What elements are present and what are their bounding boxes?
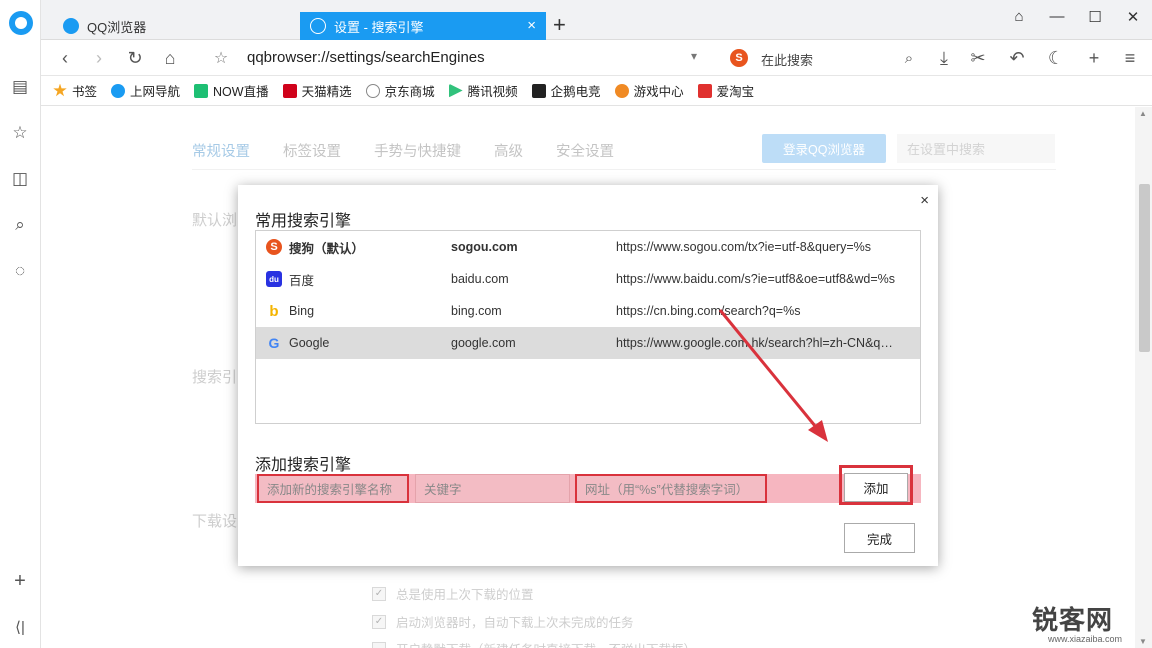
tab-qq-browser[interactable]: QQ浏览器 [53, 12, 299, 40]
bing-icon: b [269, 302, 279, 320]
tencent-video-icon [448, 83, 463, 98]
bookmark-item[interactable]: 爱淘宝 [697, 81, 754, 100]
toolbar: ‹ › ↻ ⌂ ☆ qqbrowser://settings/searchEng… [41, 40, 1152, 76]
minimize-icon[interactable]: — [1038, 8, 1076, 26]
done-button[interactable]: 完成 [844, 523, 915, 553]
engine-row[interactable]: b Bing bing.com https://cn.bing.com/sear… [256, 295, 920, 327]
close-window-icon[interactable]: ✕ [1114, 8, 1152, 26]
sogou-icon: S [266, 239, 282, 255]
watermark: 锐客网 www.xiazaiba.com [1016, 590, 1152, 648]
engine-name: 搜狗（默认） [289, 241, 365, 256]
watermark-text: 锐客网 [1032, 605, 1114, 635]
tab-title: QQ浏览器 [87, 19, 147, 35]
engine-url: https://www.sogou.com/tx?ie=utf-8&query=… [616, 240, 871, 254]
reader-icon[interactable]: ▤ [8, 75, 32, 99]
engine-name: 百度 [289, 273, 315, 288]
engine-name-input[interactable]: 添加新的搜索引擎名称 [257, 474, 409, 503]
new-tab-icon[interactable]: + [553, 12, 566, 38]
dialog-title: 常用搜索引擎 [255, 213, 352, 230]
qq-browser-logo-icon[interactable] [9, 11, 33, 35]
engine-url: https://www.google.com.hk/search?hl=zh-C… [616, 336, 898, 350]
engine-name: Google [289, 336, 330, 350]
star-icon[interactable]: ☆ [8, 121, 32, 145]
engine-row[interactable]: S 搜狗（默认） sogou.com https://www.sogou.com… [256, 231, 920, 263]
engine-name: Bing [289, 304, 315, 318]
window-controls: ⌂ — ☐ ✕ [1000, 8, 1152, 26]
add-button[interactable]: 添加 [844, 473, 908, 502]
sogou-icon[interactable]: S [730, 49, 748, 67]
add-engine-title: 添加搜索引擎 [255, 457, 352, 474]
refresh-icon[interactable]: ↻ [123, 46, 147, 70]
address-bar[interactable]: qqbrowser://settings/searchEngines [247, 49, 485, 66]
google-icon: G [268, 335, 280, 351]
search-icon[interactable]: ⌕ [8, 213, 32, 237]
scroll-up-icon[interactable]: ▲ [1139, 109, 1147, 118]
scroll-thumb[interactable] [1139, 184, 1150, 352]
engine-keyword: bing.com [451, 304, 502, 318]
scrollbar[interactable]: ▲ ▼ [1135, 107, 1152, 648]
maximize-icon[interactable]: ☐ [1076, 8, 1114, 26]
bookmark-item[interactable]: NOW直播 [194, 81, 269, 100]
bookmark-star-icon[interactable]: ☆ [209, 46, 233, 70]
sidebar: ▤ ☆ ◫ ⌕ ◌ + ⟨| [0, 0, 41, 648]
globe-icon [365, 83, 380, 98]
bookmarks-bar: 书签 上网导航 NOW直播 天猫精选 京东商城 腾讯视频 企鹅电竞 游戏中心 爱… [41, 76, 1152, 106]
book-icon[interactable]: ◫ [8, 167, 32, 191]
tab-strip: QQ浏览器 设置 - 搜索引擎 × + ⌂ — ☐ ✕ [41, 0, 1152, 40]
undo-icon[interactable]: ↶ [1005, 46, 1029, 70]
ai-taobao-icon [697, 83, 712, 98]
close-icon[interactable]: × [920, 192, 929, 209]
baidu-icon: du [266, 271, 282, 287]
forward-icon[interactable]: › [87, 46, 111, 70]
tab-settings-search-engines[interactable]: 设置 - 搜索引擎 × [300, 12, 546, 40]
tmall-icon [282, 83, 297, 98]
engine-url-input[interactable]: 网址（用“%s”代替搜索字词） [575, 474, 767, 503]
now-live-icon [194, 83, 209, 98]
ie-icon [111, 83, 126, 98]
bookmark-item[interactable]: 企鹅电竞 [531, 81, 601, 100]
qq-browser-tab-icon [63, 18, 79, 34]
download-icon[interactable]: ⤓ [932, 46, 956, 70]
address-dropdown-icon[interactable]: ▾ [691, 49, 697, 63]
star-icon [53, 83, 67, 97]
tab-title: 设置 - 搜索引擎 [334, 19, 424, 35]
skin-icon[interactable]: ⌂ [1000, 8, 1038, 26]
night-mode-icon[interactable]: ☾ [1044, 46, 1068, 70]
home-icon[interactable]: ⌂ [158, 46, 182, 70]
search-engines-dialog: × 常用搜索引擎 S 搜狗（默认） sogou.com https://www.… [238, 185, 938, 566]
collapse-sidebar-icon[interactable]: ⟨| [8, 615, 32, 639]
tab-close-icon[interactable]: × [527, 17, 536, 34]
engine-list: S 搜狗（默认） sogou.com https://www.sogou.com… [255, 230, 921, 424]
bookmark-item[interactable]: 书签 [53, 81, 97, 100]
menu-icon[interactable]: ≡ [1118, 46, 1142, 70]
engine-row[interactable]: du 百度 baidu.com https://www.baidu.com/s?… [256, 263, 920, 295]
back-icon[interactable]: ‹ [53, 46, 77, 70]
engine-url: https://www.baidu.com/s?ie=utf8&oe=utf8&… [616, 272, 895, 286]
penguin-esports-icon [531, 83, 546, 98]
search-icon[interactable]: ⌕ [897, 46, 921, 70]
engine-url: https://cn.bing.com/search?q=%s [616, 304, 801, 318]
plus-icon[interactable]: + [1082, 46, 1106, 70]
scissors-icon[interactable]: ✂ [966, 46, 990, 70]
engine-keyword: sogou.com [451, 240, 518, 254]
engine-keyword-input[interactable]: 关键字 [415, 474, 570, 503]
add-icon[interactable]: + [8, 569, 32, 593]
bookmark-item[interactable]: 天猫精选 [282, 81, 352, 100]
bookmark-item[interactable]: 游戏中心 [614, 81, 684, 100]
bookmark-item[interactable]: 上网导航 [111, 81, 180, 100]
chat-icon[interactable]: ◌ [8, 259, 32, 283]
engine-row-selected[interactable]: G Google google.com https://www.google.c… [256, 327, 920, 359]
search-input[interactable]: 在此搜索 [761, 50, 813, 69]
engine-keyword: google.com [451, 336, 516, 350]
game-center-icon [614, 83, 629, 98]
bookmark-item[interactable]: 腾讯视频 [448, 81, 518, 100]
watermark-url: www.xiazaiba.com [1048, 634, 1123, 644]
add-engine-row: 添加新的搜索引擎名称 关键字 网址（用“%s”代替搜索字词） [255, 474, 921, 503]
engine-keyword: baidu.com [451, 272, 509, 286]
bookmark-item[interactable]: 京东商城 [365, 81, 435, 100]
settings-tab-icon [310, 18, 326, 34]
